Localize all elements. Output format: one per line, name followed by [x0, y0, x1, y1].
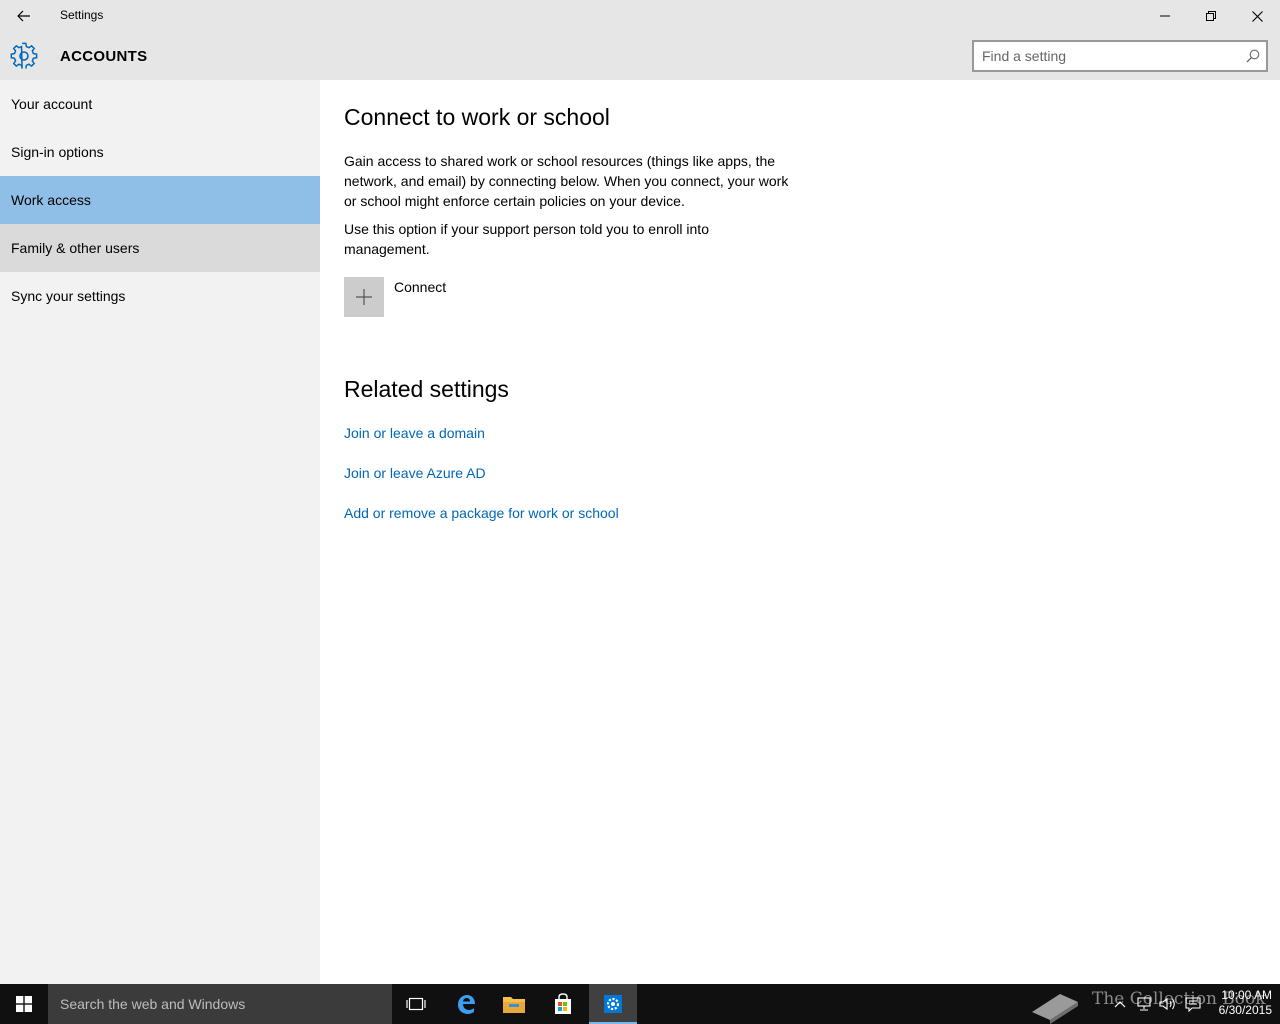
sidebar: Your account Sign-in options Work access…: [0, 80, 320, 984]
edge-button[interactable]: [442, 984, 490, 1024]
find-setting-search[interactable]: [972, 40, 1268, 72]
chevron-up-icon: [1114, 1001, 1126, 1008]
volume-icon: [1159, 997, 1175, 1011]
restore-button[interactable]: [1188, 0, 1234, 32]
network-icon: [1137, 997, 1151, 1011]
title-bar: Settings: [0, 0, 1280, 32]
taskbar-search-box[interactable]: Search the web and Windows: [48, 984, 392, 1024]
close-icon: [1251, 10, 1263, 22]
settings-app-icon: [604, 995, 622, 1013]
network-tray-button[interactable]: [1134, 994, 1154, 1014]
connect-label[interactable]: Connect: [394, 279, 446, 295]
clock-time: 10:00 AM: [1221, 988, 1272, 1002]
minimize-icon: [1160, 15, 1170, 17]
section-title: ACCOUNTS: [60, 48, 148, 65]
taskbar-search-text: Search the web and Windows: [60, 996, 246, 1012]
taskbar: Search the web and Windows The Collectio…: [0, 984, 1280, 1024]
sidebar-item-work-access[interactable]: Work access: [0, 176, 320, 224]
show-hidden-icons-button[interactable]: [1110, 994, 1130, 1014]
related-settings-title: Related settings: [344, 376, 509, 402]
edge-icon: [458, 995, 475, 1014]
window-title: Settings: [60, 8, 104, 22]
search-input[interactable]: [982, 46, 1232, 66]
description-paragraph: Gain access to shared work or school res…: [344, 153, 789, 209]
file-explorer-icon: [503, 997, 525, 1013]
sidebar-item-sign-in-options[interactable]: Sign-in options: [0, 128, 320, 176]
page-title: Connect to work or school: [344, 104, 610, 130]
sidebar-item-your-account[interactable]: Your account: [0, 80, 320, 128]
join-leave-domain-link[interactable]: Join or leave a domain: [344, 425, 485, 441]
settings-header: ACCOUNTS: [0, 32, 1280, 80]
connect-button[interactable]: [344, 277, 384, 317]
back-button[interactable]: [0, 0, 48, 32]
start-button[interactable]: [0, 984, 48, 1024]
close-button[interactable]: [1234, 0, 1280, 32]
taskbar-clock[interactable]: 10:00 AM 6/30/2015: [1208, 988, 1272, 1018]
minimize-button[interactable]: [1142, 0, 1188, 32]
plus-icon: [356, 289, 372, 305]
search-icon[interactable]: [1246, 49, 1260, 63]
join-leave-azure-ad-link[interactable]: Join or leave Azure AD: [344, 465, 486, 481]
clock-date: 6/30/2015: [1218, 1003, 1272, 1017]
sidebar-item-sync-settings[interactable]: Sync your settings: [0, 272, 320, 320]
main-content: Connect to work or school Gain access to…: [320, 80, 1280, 984]
store-icon: [555, 993, 571, 1014]
task-view-icon: [406, 997, 426, 1011]
enroll-hint-paragraph: Use this option if your support person t…: [344, 221, 709, 257]
sidebar-item-family-other-users[interactable]: Family & other users: [0, 224, 320, 272]
restore-icon: [1206, 11, 1216, 21]
action-center-button[interactable]: [1183, 994, 1203, 1014]
volume-tray-button[interactable]: [1158, 994, 1178, 1014]
store-button[interactable]: [539, 984, 587, 1024]
gear-icon: [10, 42, 38, 69]
task-view-button[interactable]: [392, 984, 440, 1024]
settings-taskbar-button[interactable]: [589, 984, 637, 1024]
add-remove-package-link[interactable]: Add or remove a package for work or scho…: [344, 505, 619, 521]
back-arrow-icon: [17, 10, 30, 22]
file-explorer-button[interactable]: [490, 984, 538, 1024]
notification-icon: [1185, 997, 1201, 1012]
windows-logo-icon: [16, 996, 32, 1012]
